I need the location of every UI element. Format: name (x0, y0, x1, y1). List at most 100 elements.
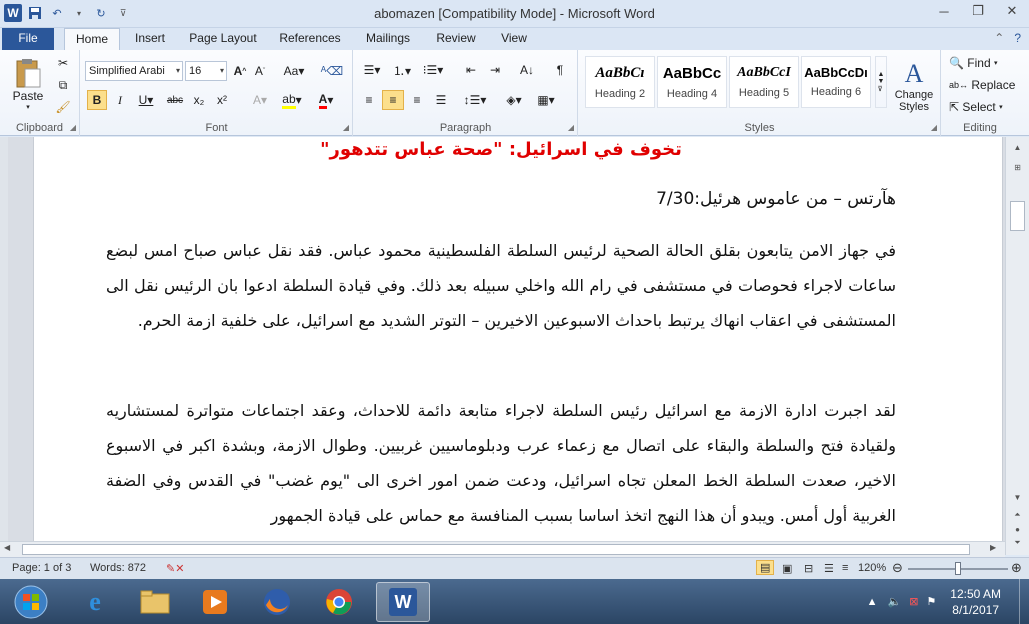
decrease-indent-icon[interactable]: ⇤ (460, 60, 482, 80)
clock[interactable]: 12:50 AM 8/1/2017 (950, 586, 1001, 618)
paste-button[interactable]: Paste ▾ (6, 54, 50, 114)
vertical-scroll-thumb[interactable] (1010, 201, 1025, 231)
styles-launcher-icon[interactable]: ◢ (931, 123, 937, 132)
superscript-button[interactable]: x² (212, 90, 232, 110)
styles-scroll-buttons[interactable]: ▲ ▼ ⊽ (875, 56, 887, 108)
clipboard-launcher-icon[interactable]: ◢ (70, 123, 76, 132)
zoom-level[interactable]: 120% (858, 562, 886, 574)
tab-view[interactable]: View (490, 28, 538, 50)
word-count[interactable]: Words: 872 (90, 562, 146, 574)
ruler-toggle-icon[interactable]: ⊞ (1009, 159, 1026, 175)
taskbar-word[interactable]: W (376, 582, 430, 622)
paragraph-launcher-icon[interactable]: ◢ (568, 123, 574, 132)
style-heading-2[interactable]: AaBbCı Heading 2 (585, 56, 655, 108)
font-group: Simplified Arabi ▾ 16 ▾ A ^ Aˇ Aa▾ ᴬ⌫ B I U… (81, 50, 353, 136)
grow-font-icon[interactable]: A ^ (231, 61, 249, 81)
find-button[interactable]: 🔍 Find ▾ (948, 54, 1014, 72)
increase-indent-icon[interactable]: ⇥ (484, 60, 506, 80)
show-formatting-icon[interactable]: ¶ (550, 60, 570, 80)
taskbar-file-explorer[interactable] (128, 582, 182, 622)
tab-review[interactable]: Review (428, 28, 484, 50)
font-name-combo[interactable]: Simplified Arabi ▾ (85, 61, 183, 81)
font-launcher-icon[interactable]: ◢ (343, 123, 349, 132)
line-spacing-icon[interactable]: ↕☰▾ (460, 90, 490, 110)
tab-home[interactable]: Home (64, 28, 120, 50)
minimize-button[interactable]: ─ (927, 0, 961, 22)
horizontal-scrollbar[interactable]: ◀ ▶ (0, 541, 1005, 557)
tab-mailings[interactable]: Mailings (356, 28, 420, 50)
align-center-icon[interactable]: ≡ (382, 90, 404, 110)
style-name: Heading 5 (738, 87, 790, 99)
minimize-ribbon-icon[interactable]: ⌃ (994, 31, 1004, 45)
scroll-left-icon[interactable]: ◀ (4, 543, 10, 552)
style-heading-4[interactable]: AaBbCc Heading 4 (657, 56, 727, 108)
taskbar-media-player[interactable] (188, 582, 242, 622)
highlight-color-icon[interactable]: ab ▾ (277, 90, 307, 110)
show-desktop-button[interactable] (1019, 579, 1029, 624)
tab-page-layout[interactable]: Page Layout (182, 28, 264, 50)
help-icon[interactable]: ? (1014, 31, 1021, 45)
style-heading-5[interactable]: AaBbCcI Heading 5 (729, 56, 799, 108)
zoom-in-icon[interactable]: ⊕ (1011, 560, 1022, 576)
start-button[interactable] (4, 582, 58, 622)
zoom-out-icon[interactable]: ⊖ (892, 560, 903, 576)
outline-view-icon[interactable]: ☰ (824, 562, 834, 575)
horizontal-scroll-thumb[interactable] (22, 544, 970, 555)
full-screen-view-icon[interactable]: ▣ (782, 562, 792, 575)
style-heading-6[interactable]: AaBbCcDı Heading 6 (801, 56, 871, 108)
change-case-icon[interactable]: Aa▾ (281, 61, 307, 81)
tab-insert[interactable]: Insert (124, 28, 176, 50)
bold-button[interactable]: B (87, 90, 107, 110)
next-page-icon[interactable]: ⏷ (1009, 535, 1026, 551)
taskbar-chrome[interactable] (312, 582, 366, 622)
borders-icon[interactable]: ▦▾ (532, 90, 560, 110)
italic-button[interactable]: I (110, 90, 130, 110)
maximize-button[interactable]: ❐ (961, 0, 995, 22)
styles-group-label: Styles (744, 122, 775, 134)
show-hidden-icons-icon[interactable]: ▲ (867, 596, 878, 608)
align-left-icon[interactable]: ≡ (358, 90, 380, 110)
web-layout-view-icon[interactable]: ⊟ (804, 562, 813, 575)
volume-icon[interactable]: 🔈 (888, 595, 902, 608)
scroll-down-icon[interactable]: ▼ (1009, 489, 1026, 505)
taskbar-firefox[interactable] (250, 582, 304, 622)
tab-references[interactable]: References (270, 28, 350, 50)
justify-icon[interactable]: ☰ (430, 90, 452, 110)
cut-icon[interactable]: ✂ (54, 54, 72, 72)
action-center-icon[interactable]: ⚑ (926, 595, 936, 608)
print-layout-view-icon[interactable]: ▤ (756, 560, 775, 575)
numbering-icon[interactable]: ⒈▾ (388, 60, 416, 80)
draft-view-icon[interactable]: ≡ (842, 562, 848, 574)
close-button[interactable]: ✕ (995, 0, 1029, 22)
font-size-combo[interactable]: 16 ▾ (185, 61, 227, 81)
strikethrough-button[interactable]: abc (163, 90, 187, 110)
copy-icon[interactable]: ⧉ (54, 76, 72, 94)
multilevel-list-icon[interactable]: ⁝☰▾ (418, 60, 448, 80)
find-label: Find (967, 56, 991, 70)
replace-button[interactable]: ab↔ Replace (948, 76, 1015, 94)
subscript-button[interactable]: x₂ (189, 90, 209, 110)
text-effects-icon[interactable]: A▾ (247, 90, 273, 110)
clock-date: 8/1/2017 (952, 602, 999, 617)
font-color-icon[interactable]: A ▾ (311, 90, 341, 110)
align-right-icon[interactable]: ≡ (406, 90, 428, 110)
scroll-right-icon[interactable]: ▶ (990, 543, 996, 552)
sort-icon[interactable]: A↓ (516, 60, 538, 80)
scroll-up-icon[interactable]: ▲ (1009, 139, 1026, 155)
zoom-slider-thumb[interactable] (955, 562, 961, 575)
select-button[interactable]: ⇱ Select ▾ (948, 98, 1014, 116)
shrink-font-icon[interactable]: Aˇ (251, 61, 269, 81)
clear-formatting-icon[interactable]: ᴬ⌫ (321, 61, 343, 81)
vertical-scrollbar[interactable]: ▲ ⊞ ▼ ⏶ ● ⏷ (1005, 137, 1029, 555)
proofing-icon[interactable]: ✎✕ (166, 562, 184, 575)
tab-file[interactable]: File (2, 28, 54, 50)
format-painter-icon[interactable]: 🖌 (54, 98, 72, 116)
underline-button[interactable]: U▾ (133, 90, 159, 110)
taskbar-internet-explorer[interactable]: e (68, 582, 122, 622)
network-icon[interactable]: ⊠ (909, 595, 918, 608)
bullets-icon[interactable]: ☰▾ (358, 60, 386, 80)
shading-icon[interactable]: ◈▾ (500, 90, 528, 110)
document-page[interactable]: تخوف في اسرائيل: "صحة عباس تتدهور" هآرتس… (33, 137, 1003, 543)
change-styles-button[interactable]: A Change Styles (891, 54, 937, 118)
page-count[interactable]: Page: 1 of 3 (12, 562, 71, 574)
